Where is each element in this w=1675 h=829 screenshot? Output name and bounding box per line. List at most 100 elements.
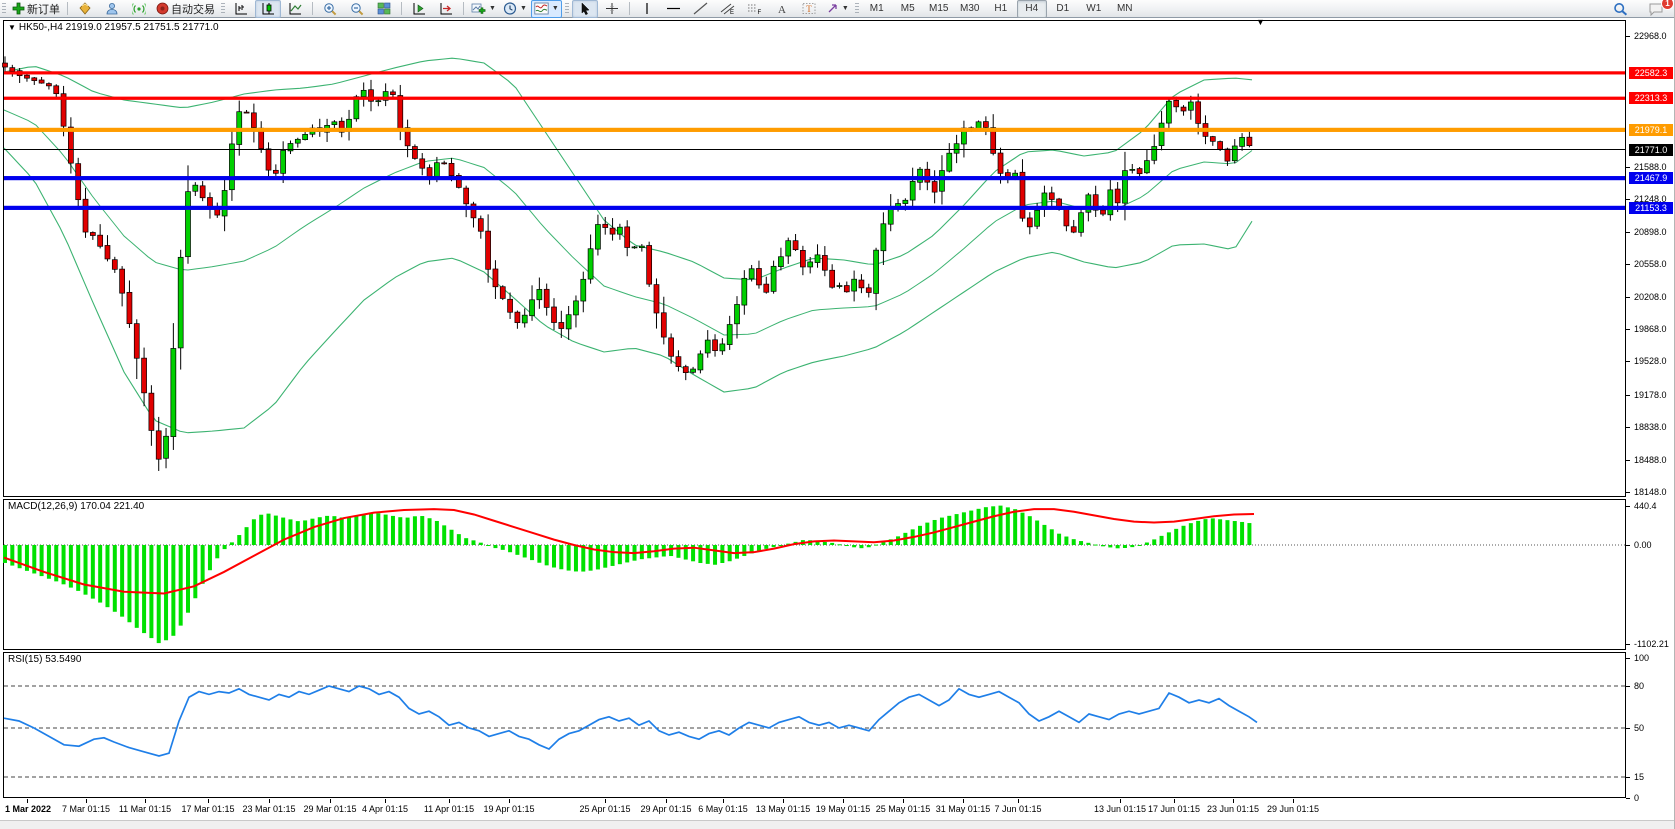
- price-tick-label: 20558.0: [1634, 259, 1667, 269]
- fibonacci-icon: F: [747, 2, 762, 15]
- fibonacci-tool-button[interactable]: F: [742, 0, 768, 18]
- axis-tick: [1626, 167, 1630, 168]
- svg-text:E: E: [730, 10, 734, 15]
- separator: [312, 2, 313, 15]
- axis-tick: [1626, 798, 1630, 799]
- chart-shift-marker[interactable]: ▼: [1256, 17, 1265, 27]
- separator: [67, 2, 68, 15]
- date-label: 19 May 01:15: [816, 804, 871, 814]
- date-label: 31 May 01:15: [936, 804, 991, 814]
- date-tick: [385, 799, 386, 803]
- dropdown-caret-icon: ▼: [489, 5, 496, 12]
- toolbar-grip[interactable]: [565, 3, 569, 15]
- axis-tick: [1626, 297, 1630, 298]
- gold-diamond-icon: [78, 2, 92, 15]
- axis-tick: [1626, 329, 1630, 330]
- vertical-line-icon: [642, 2, 652, 15]
- date-tick: [666, 799, 667, 803]
- tile-windows-button[interactable]: [371, 0, 397, 18]
- clock-icon: [503, 2, 517, 15]
- text-label-tool-button[interactable]: T: [796, 0, 822, 18]
- cursor-icon: [579, 2, 591, 15]
- text-tool-button[interactable]: A: [769, 0, 795, 18]
- date-tick: [449, 799, 450, 803]
- price-tick-label: 22968.0: [1634, 31, 1667, 41]
- collapse-arrow-icon[interactable]: ▼: [8, 23, 16, 32]
- horizontal-line-tool-button[interactable]: [661, 0, 687, 18]
- tf-button-M30[interactable]: M30: [955, 0, 985, 18]
- tf-button-M5[interactable]: M5: [893, 0, 923, 18]
- macd-panel[interactable]: [3, 499, 1626, 650]
- toolbar-grip[interactable]: [221, 3, 225, 15]
- favorites-button[interactable]: [72, 0, 98, 18]
- macd-indicator-label: MACD(12,26,9) 170.04 221.40: [8, 501, 144, 512]
- axis-tick: [1626, 728, 1630, 729]
- tf-button-M1[interactable]: M1: [862, 0, 892, 18]
- macd-axis-label: 0.00: [1634, 540, 1652, 550]
- price-line-badge: 21979.1: [1629, 124, 1673, 136]
- autotrading-icon: [156, 2, 169, 15]
- date-label: 25 May 01:15: [876, 804, 931, 814]
- vertical-line-tool-button[interactable]: [634, 0, 660, 18]
- tf-button-D1[interactable]: D1: [1048, 0, 1078, 18]
- price-line-badge: 21771.0: [1629, 144, 1673, 156]
- price-tick-label: 19178.0: [1634, 390, 1667, 400]
- zoom-out-button[interactable]: [344, 0, 370, 18]
- tf-button-MN[interactable]: MN: [1110, 0, 1140, 18]
- tf-button-W1[interactable]: W1: [1079, 0, 1109, 18]
- bar-chart-icon: [234, 2, 249, 16]
- date-tick: [963, 799, 964, 803]
- date-label: 4 Apr 01:15: [362, 804, 408, 814]
- date-label: 13 May 01:15: [756, 804, 811, 814]
- date-axis[interactable]: 1 Mar 20227 Mar 01:1511 Mar 01:1517 Mar …: [3, 799, 1626, 819]
- crosshair-icon: [605, 2, 619, 15]
- rsi-axis-label: 50: [1634, 723, 1644, 733]
- price-axis[interactable]: 22968.021588.021248.020898.020558.020208…: [1626, 17, 1675, 820]
- rsi-axis-label: 100: [1634, 653, 1649, 663]
- zoom-in-button[interactable]: [317, 0, 343, 18]
- auto-scroll-button[interactable]: [406, 0, 432, 18]
- arrows-tool-button[interactable]: ▼: [823, 0, 852, 18]
- date-tick: [1233, 799, 1234, 803]
- price-line-badge: 22313.3: [1629, 92, 1673, 104]
- toolbar-grip[interactable]: [855, 3, 859, 15]
- signals-button[interactable]: [126, 0, 152, 18]
- date-label: 19 Apr 01:15: [483, 804, 534, 814]
- periods-button[interactable]: ▼: [500, 0, 530, 18]
- profile-button[interactable]: [99, 0, 125, 18]
- bar-chart-button[interactable]: [228, 0, 254, 18]
- autotrading-label: 自动交易: [171, 1, 215, 17]
- line-chart-button[interactable]: [282, 0, 308, 18]
- tf-button-H4[interactable]: H4: [1017, 0, 1047, 18]
- indicators-button[interactable]: ▼: [468, 0, 499, 18]
- date-tick: [1174, 799, 1175, 803]
- rsi-panel[interactable]: [3, 652, 1626, 798]
- date-label: 11 Mar 01:15: [119, 804, 171, 814]
- signal-icon: [132, 2, 146, 15]
- toolbar-grip[interactable]: [2, 3, 6, 15]
- trendline-tool-button[interactable]: [688, 0, 714, 18]
- tile-windows-icon: [377, 2, 391, 15]
- date-tick: [1293, 799, 1294, 803]
- tf-button-M15[interactable]: M15: [924, 0, 954, 18]
- date-label: 17 Mar 01:15: [181, 804, 234, 814]
- main-chart-panel[interactable]: [3, 20, 1626, 497]
- candlestick-chart-button[interactable]: [255, 0, 281, 18]
- axis-tick: [1626, 361, 1630, 362]
- chart-ohlc-values: 21919.0 21957.5 21751.5 21771.0: [66, 22, 219, 33]
- cursor-tool-button[interactable]: [572, 0, 598, 18]
- window-bottom-strip: [0, 820, 1675, 829]
- axis-tick: [1626, 492, 1630, 493]
- crosshair-tool-button[interactable]: [599, 0, 625, 18]
- date-tick: [145, 799, 146, 803]
- new-order-button[interactable]: 新订单: [9, 0, 63, 18]
- date-label: 11 Apr 01:15: [424, 804, 474, 814]
- templates-button[interactable]: ▼: [531, 0, 562, 18]
- chart-shift-button[interactable]: [433, 0, 459, 18]
- tf-button-H1[interactable]: H1: [986, 0, 1016, 18]
- search-button[interactable]: [1607, 0, 1633, 18]
- chat-button[interactable]: 1: [1643, 0, 1669, 18]
- autotrading-button[interactable]: 自动交易: [153, 0, 218, 18]
- date-tick: [783, 799, 784, 803]
- channel-tool-button[interactable]: E: [715, 0, 741, 18]
